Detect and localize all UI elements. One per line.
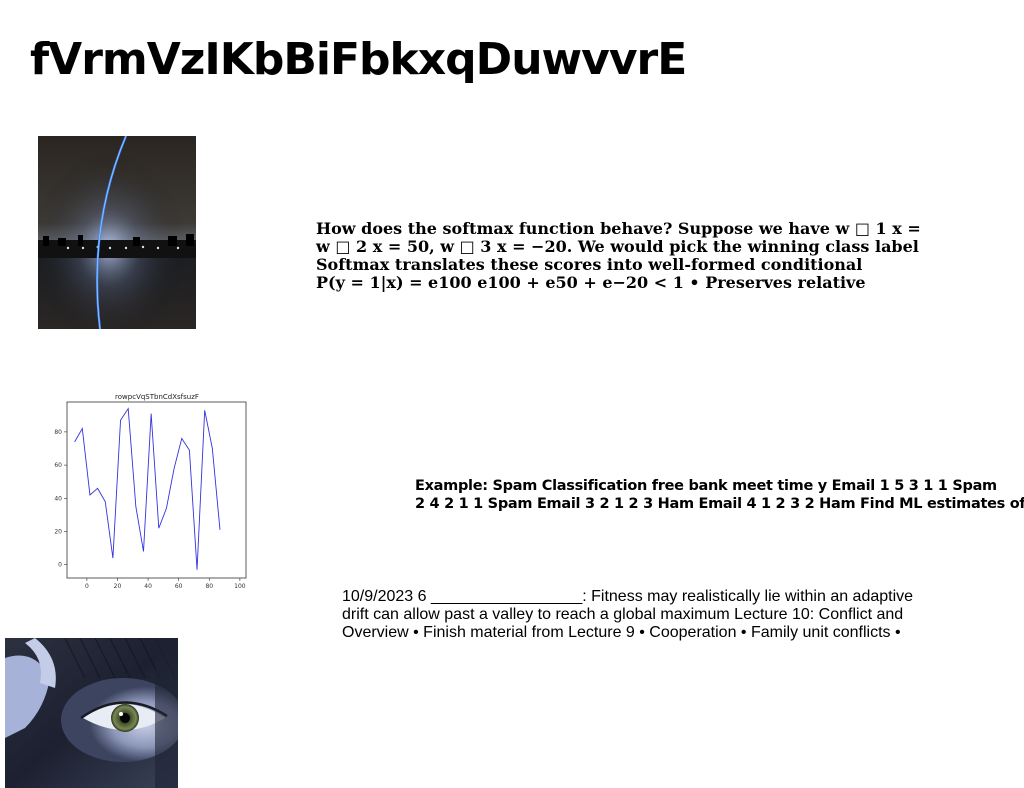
text-line: How does the softmax function behave? Su… [316, 219, 921, 238]
page-title: fVrmVzIKbBiFbkxqDuwvvrE [30, 34, 687, 85]
x-tick-label: 40 [144, 583, 152, 590]
x-tick-label: 60 [175, 583, 183, 590]
x-tick-label: 20 [114, 583, 122, 590]
night-landscape-image [38, 136, 196, 329]
x-tick-label: 80 [205, 583, 213, 590]
text-line: Softmax translates these scores into wel… [316, 255, 863, 274]
y-tick-label: 40 [54, 495, 62, 502]
line-chart: rowpcVqSTbnCdXsfsuzF 0 20 40 60 80 100 0 20 40 60… [54, 388, 254, 592]
text-line: P(y = 1|x) = e100 e100 + e50 + e−20 < 1 … [316, 273, 866, 292]
y-tick-label: 0 [58, 562, 62, 569]
text-line: drift can allow past a valley to reach a… [342, 606, 904, 623]
y-tick-label: 60 [54, 462, 62, 469]
text-line: Example: Spam Classification free bank m… [415, 478, 997, 494]
text-line: Overview • Finish material from Lecture … [342, 624, 901, 641]
y-tick-label: 80 [54, 429, 62, 436]
x-tick-label: 0 [85, 583, 89, 590]
lecture-text: 10/9/2023 6 _________________: Fitness m… [342, 588, 913, 642]
chart-title: rowpcVqSTbnCdXsfsuzF [115, 393, 199, 401]
text-line: 2 4 2 1 1 Spam Email 3 2 1 2 3 Ham Email… [415, 496, 1024, 512]
spam-example-text: Example: Spam Classification free bank m… [415, 477, 1024, 513]
softmax-text: How does the softmax function behave? Su… [316, 220, 921, 292]
x-tick-label: 100 [234, 583, 246, 590]
text-line: 10/9/2023 6 _________________: Fitness m… [342, 588, 914, 605]
y-tick-label: 20 [54, 529, 62, 536]
text-line: w □ 2 x = 50, w □ 3 x = −20. We would pi… [316, 237, 919, 256]
eye-photo-image [5, 638, 178, 788]
